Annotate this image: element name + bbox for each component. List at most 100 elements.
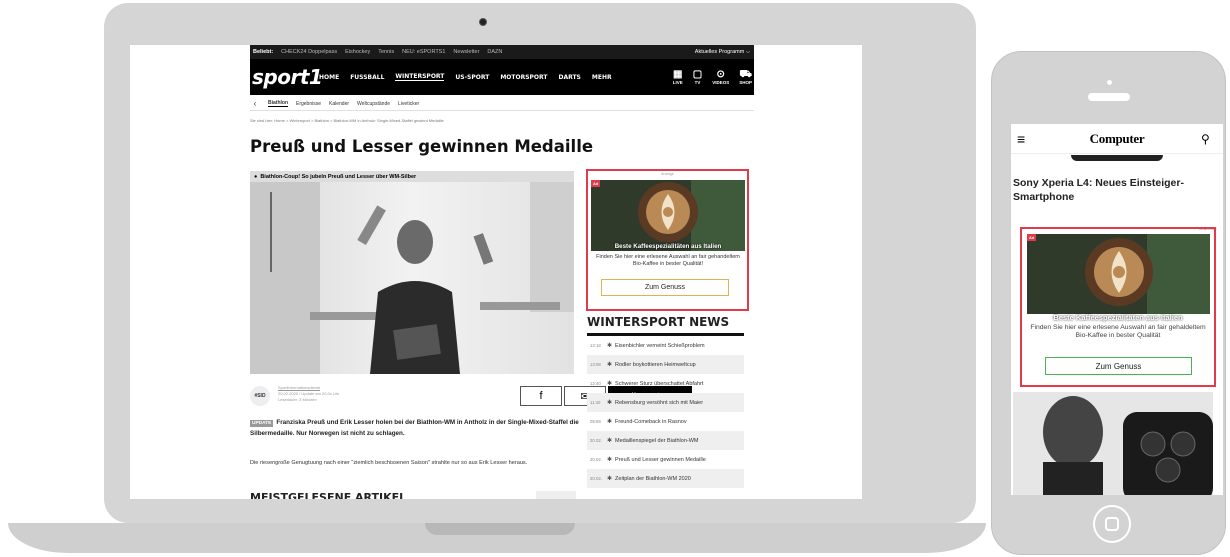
- wintersport-news-list: 13:18 ✱ Eisenbichler verneint Schießproble…: [587, 333, 744, 488]
- phone-ad-box[interactable]: Ad Beste Kaffeespezialitäten aus Italien…: [1020, 227, 1216, 387]
- phone-screen: ≡ Computer ⚲ Sony Xperia L4: Neues Einst…: [1011, 124, 1223, 495]
- subnav-kalender[interactable]: Kalender: [329, 101, 349, 107]
- news-item[interactable]: 11:40 ✱ Rebensburg versöhnt sich mit Maier: [587, 393, 744, 412]
- news-item[interactable]: 13:08 ✱ Rodler boykottieren Heimweltcup: [587, 355, 744, 374]
- meistgelesen-toggle[interactable]: [536, 491, 576, 499]
- phone-zum-genuss-button[interactable]: Zum Genuss: [1045, 357, 1192, 375]
- snowflake-icon: ✱: [607, 343, 613, 349]
- article-headline[interactable]: Sony Xperia L4: Neues Einsteiger-Smartph…: [1013, 176, 1213, 204]
- sub-nav: ‹ Biathlon Ergebnisse Kalender Weltcupst…: [250, 97, 754, 111]
- video-title-bar[interactable]: ● Biathlon-Coup! So jubeln Preuß und Les…: [250, 171, 574, 182]
- topbar-link[interactable]: DAZN: [487, 49, 502, 55]
- video-thumbnail: [250, 182, 574, 374]
- ad-title: Beste Kaffeespezialitäten aus Italien: [614, 243, 722, 250]
- article-body: Die riesengroße Genugtuung nach einer "z…: [250, 460, 528, 466]
- phone-ad-image: Ad: [1027, 234, 1210, 314]
- phone-home-button[interactable]: [1093, 505, 1131, 543]
- news-text: Rodler boykottieren Heimweltcup: [615, 361, 696, 368]
- nav-live[interactable]: ▦ LIVE: [673, 69, 683, 85]
- nav-item-wintersport[interactable]: WINTERSPORT: [395, 73, 445, 81]
- beliebt-label: Beliebt:: [253, 49, 274, 55]
- stage: Beliebt: CHECK24 Doppelpass Eishockey Te…: [0, 0, 1230, 557]
- snowflake-icon: ✱: [607, 457, 613, 463]
- snowflake-icon: ✱: [607, 400, 613, 406]
- nav-item-home[interactable]: HOME: [319, 74, 339, 81]
- nav-item-mehr[interactable]: MEHR: [592, 74, 612, 81]
- main-nav: sport1 HOME FUSSBALL WINTERSPORT US-SPOR…: [250, 59, 754, 95]
- snowflake-icon: ✱: [607, 381, 613, 387]
- breadcrumb: Sie sind hier: Home > Wintersport > Biat…: [250, 118, 444, 123]
- home-icon: [1105, 517, 1119, 531]
- aktuelles-programm-dropdown[interactable]: Aktuelles Programm ⌵: [695, 49, 750, 56]
- news-item[interactable]: 20.02. ✱ Zeitplan der Biathlon-WM 2020: [587, 469, 744, 488]
- ad-image: Ad: [591, 180, 745, 251]
- phone-ad-text: Finden Sie hier eine erlesene Auswahl an…: [1030, 324, 1206, 339]
- news-text: Medaillenspiegel der Biathlon-WM: [615, 437, 699, 444]
- hamburger-menu-icon[interactable]: ≡: [1011, 131, 1033, 147]
- smartphone-article-image[interactable]: [1013, 392, 1213, 495]
- subnav-biathlon[interactable]: Biathlon: [268, 100, 288, 107]
- nav-live-label: LIVE: [672, 80, 683, 85]
- meistgelesen-heading: MEISTGELESENE ARTIKEL: [250, 491, 407, 499]
- news-item[interactable]: 13:18 ✱ Eisenbichler verneint Schießproble…: [587, 336, 744, 355]
- nav-shop[interactable]: ⛟ SHOP: [739, 69, 752, 85]
- news-time: 20.02.: [590, 476, 602, 481]
- nav-item-darts[interactable]: DARTS: [558, 74, 580, 81]
- zum-genuss-button[interactable]: Zum Genuss: [601, 279, 729, 296]
- chevron-left-icon[interactable]: ‹: [250, 99, 260, 108]
- news-text: Preuß und Lesser gewinnen Medaille: [615, 456, 706, 463]
- news-time: 20.02.: [590, 457, 602, 462]
- nav-tv-label: TV: [694, 80, 701, 85]
- ad-text: Finden Sie hier eine erlesene Auswahl an…: [596, 254, 740, 267]
- update-badge: UPDATE: [250, 420, 274, 427]
- news-item[interactable]: 20.02. ✱ Medaillenspiegel der Biathlon-WM: [587, 431, 744, 450]
- topbar-link[interactable]: Tennis: [378, 49, 394, 55]
- subnav-liveticker[interactable]: Liveticker: [398, 101, 419, 107]
- teaser-text: Franziska Preuß und Erik Lesser holen be…: [250, 419, 579, 437]
- ad-box[interactable]: Anzeige Ad Beste Kaffeespezialitäten aus…: [586, 169, 749, 311]
- search-icon[interactable]: ⚲: [1201, 132, 1223, 146]
- news-text: Rebensburg versöhnt sich mit Maier: [615, 399, 704, 406]
- ad-label: Anzeige: [661, 172, 674, 176]
- snowflake-icon: ✱: [607, 476, 613, 482]
- sport1-logo[interactable]: sport1: [252, 65, 323, 89]
- nav-tv[interactable]: ▢ TV: [693, 69, 702, 85]
- news-time: 11:40: [590, 400, 601, 405]
- news-text: Schwerer Sturz überschattet Abfahrt: [615, 380, 704, 387]
- computerbild-logo[interactable]: Computer: [1033, 131, 1201, 147]
- cart-icon: ⛟: [739, 69, 752, 80]
- phone-ad-title: Beste Kaffeespezialitäten aus Italien: [1053, 313, 1183, 322]
- news-time: 13:08: [590, 362, 601, 367]
- news-text: Zeitplan der Biathlon-WM 2020: [615, 475, 691, 482]
- header-image-strip: [1071, 155, 1163, 161]
- nav-item-us-sport[interactable]: US-SPORT: [455, 74, 489, 81]
- snowflake-icon: ✱: [607, 419, 613, 425]
- news-item[interactable]: 12:40 ✱ Schwerer Sturz überschattet Abfahr…: [587, 374, 744, 393]
- topbar-link[interactable]: Newsletter: [453, 49, 479, 55]
- news-item[interactable]: 20.02. ✱ Preuß und Lesser gewinnen Medaill…: [587, 450, 744, 469]
- facebook-share-button[interactable]: f: [520, 386, 562, 406]
- video-title: Biathlon-Coup! So jubeln Preuß und Lesse…: [260, 173, 417, 180]
- topbar-link[interactable]: CHECK24 Doppelpass: [281, 49, 337, 55]
- topbar-link[interactable]: Eishockey: [345, 49, 370, 55]
- article-meta: #SID Sportinformationsdienst 20.02.2020 …: [250, 382, 692, 412]
- computerbild-header: ≡ Computer ⚲: [1011, 124, 1223, 154]
- laptop-notch: [425, 523, 575, 535]
- news-item[interactable]: 09:59 ✱ Freund-Comeback in Rasnov: [587, 412, 744, 431]
- video-player[interactable]: [250, 182, 574, 374]
- subnav-ergebnisse[interactable]: Ergebnisse: [296, 101, 321, 107]
- facebook-icon: f: [539, 390, 543, 402]
- nav-videos[interactable]: ⊙ VIDEOS: [712, 69, 729, 85]
- calendar-icon: ▦: [673, 69, 683, 80]
- topbar-link[interactable]: NEU: eSPORTS1: [402, 49, 445, 55]
- news-text: Freund-Comeback in Rasnov: [615, 418, 687, 425]
- nav-item-fussball[interactable]: FUSSBALL: [350, 74, 384, 81]
- article-teaser: UPDATE Franziska Preuß und Erik Lesser ho…: [250, 417, 580, 439]
- nav-item-motorsport[interactable]: MOTORSPORT: [500, 74, 547, 81]
- nav-shop-label: SHOP: [739, 80, 752, 85]
- laptop-camera: [479, 18, 487, 26]
- news-text: Eisenbichler verneint Schießproblem: [615, 342, 705, 349]
- subnav-weltcupstaende[interactable]: Weltcupstände: [357, 101, 390, 107]
- ad-badge: Ad: [591, 180, 601, 187]
- play-icon: ⊙: [716, 69, 725, 80]
